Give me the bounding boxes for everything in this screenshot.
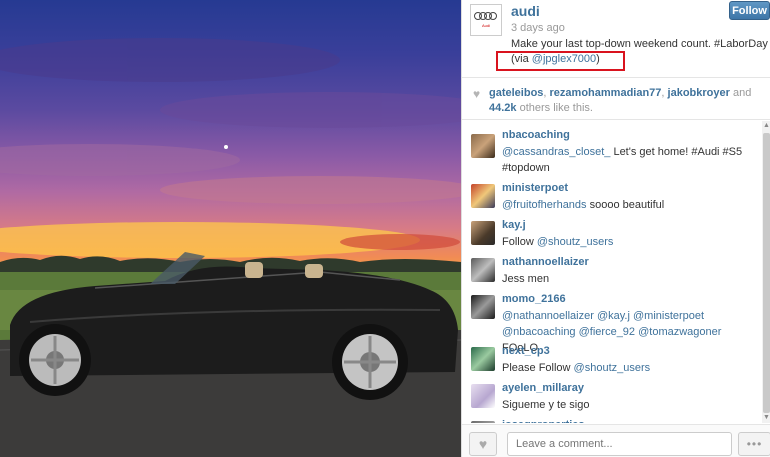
avatar[interactable] xyxy=(471,421,495,423)
heart-icon: ♥ xyxy=(473,87,481,101)
comment-text: @cassandras_closet_ Let's get home! #Aud… xyxy=(502,144,757,176)
comment-username[interactable]: kay.j xyxy=(502,219,526,231)
comment-text: Sigueme y te sigo xyxy=(502,399,590,411)
avatar[interactable] xyxy=(471,258,495,282)
post-sidebar: Audi audi 3 days ago Make your last top-… xyxy=(461,0,770,457)
comment-mention[interactable]: @tomazwagoner xyxy=(638,326,721,338)
comment-username[interactable]: josegproperties xyxy=(502,419,585,423)
photo-illustration xyxy=(0,38,461,457)
profile-avatar[interactable]: Audi xyxy=(470,4,502,36)
scrollbar-thumb[interactable] xyxy=(763,133,770,413)
avatar[interactable] xyxy=(471,221,495,245)
comment-body: Please Follow xyxy=(502,362,574,374)
comment-text: Jess men xyxy=(502,273,550,285)
comment-body: Follow xyxy=(502,236,537,248)
comments-scrollbar[interactable]: ▲ ▼ xyxy=(762,121,770,423)
comment-mention[interactable]: @fruitofherhands xyxy=(502,199,587,211)
comment-username[interactable]: nbacoaching xyxy=(502,129,570,141)
post-username[interactable]: audi xyxy=(511,3,540,19)
comment-input[interactable] xyxy=(507,432,732,456)
scroll-up-icon[interactable]: ▲ xyxy=(762,121,770,131)
comment-mention[interactable]: @ministerpoet xyxy=(633,310,704,322)
comment-mention[interactable]: @nbacoaching xyxy=(502,326,576,338)
comment-username[interactable]: next_cp3 xyxy=(502,345,550,357)
likes-text: gateleibos, rezamohammadian77, jakobkroy… xyxy=(489,87,752,114)
avatar[interactable] xyxy=(471,384,495,408)
comment-footer: ♥ ••• xyxy=(462,424,770,457)
comment-body: soooo beautiful xyxy=(586,199,665,211)
annotation-highlight-box xyxy=(496,51,625,71)
like-button[interactable]: ♥ xyxy=(469,432,497,456)
comment-text: @fruitofherhands soooo beautiful xyxy=(502,197,757,213)
comment-username[interactable]: nathannoellaizer xyxy=(502,256,589,268)
comments-list: nbacoaching @cassandras_closet_ Let's ge… xyxy=(462,121,762,423)
likes-section: ♥ gateleibos, rezamohammadian77, jakobkr… xyxy=(462,79,770,120)
like-user-1[interactable]: gateleibos xyxy=(489,87,543,99)
scroll-down-icon[interactable]: ▼ xyxy=(762,413,770,423)
likes-count[interactable]: 44.2k xyxy=(489,102,517,114)
comment-mention[interactable]: @kay.j xyxy=(597,310,630,322)
comment-mention[interactable]: @shoutz_users xyxy=(574,362,651,374)
like-user-3[interactable]: jakobkroyer xyxy=(668,87,730,99)
comment-text: Please Follow @shoutz_users xyxy=(502,360,757,376)
post-header: Audi audi 3 days ago Make your last top-… xyxy=(462,0,770,78)
logo-text: Audi xyxy=(481,23,490,28)
avatar[interactable] xyxy=(471,295,495,319)
like-user-2[interactable]: rezamohammadian77 xyxy=(550,87,662,99)
avatar[interactable] xyxy=(471,134,495,158)
post-photo[interactable] xyxy=(0,0,461,457)
avatar[interactable] xyxy=(471,347,495,371)
heart-icon: ♥ xyxy=(478,436,488,452)
comment-text: Follow @shoutz_users xyxy=(502,234,757,250)
post-timestamp[interactable]: 3 days ago xyxy=(511,22,565,34)
comment-mention[interactable]: @nathannoellaizer xyxy=(502,310,594,322)
follow-button[interactable]: Follow xyxy=(729,1,770,20)
caption-line: Make your last top-down weekend count. #… xyxy=(511,38,768,50)
comment-mention[interactable]: @fierce_92 xyxy=(579,326,635,338)
likes-suffix: others like this. xyxy=(519,102,593,114)
comment-mention[interactable]: @shoutz_users xyxy=(537,236,614,248)
comment-username[interactable]: ayelen_millaray xyxy=(502,382,584,394)
likes-and: and xyxy=(732,87,752,99)
comment-mention[interactable]: @cassandras_closet_ xyxy=(502,146,610,158)
more-options-button[interactable]: ••• xyxy=(738,432,770,456)
comment-username[interactable]: momo_2166 xyxy=(502,293,566,305)
avatar[interactable] xyxy=(471,184,495,208)
comment-username[interactable]: ministerpoet xyxy=(502,182,568,194)
audi-rings-icon xyxy=(474,12,498,22)
